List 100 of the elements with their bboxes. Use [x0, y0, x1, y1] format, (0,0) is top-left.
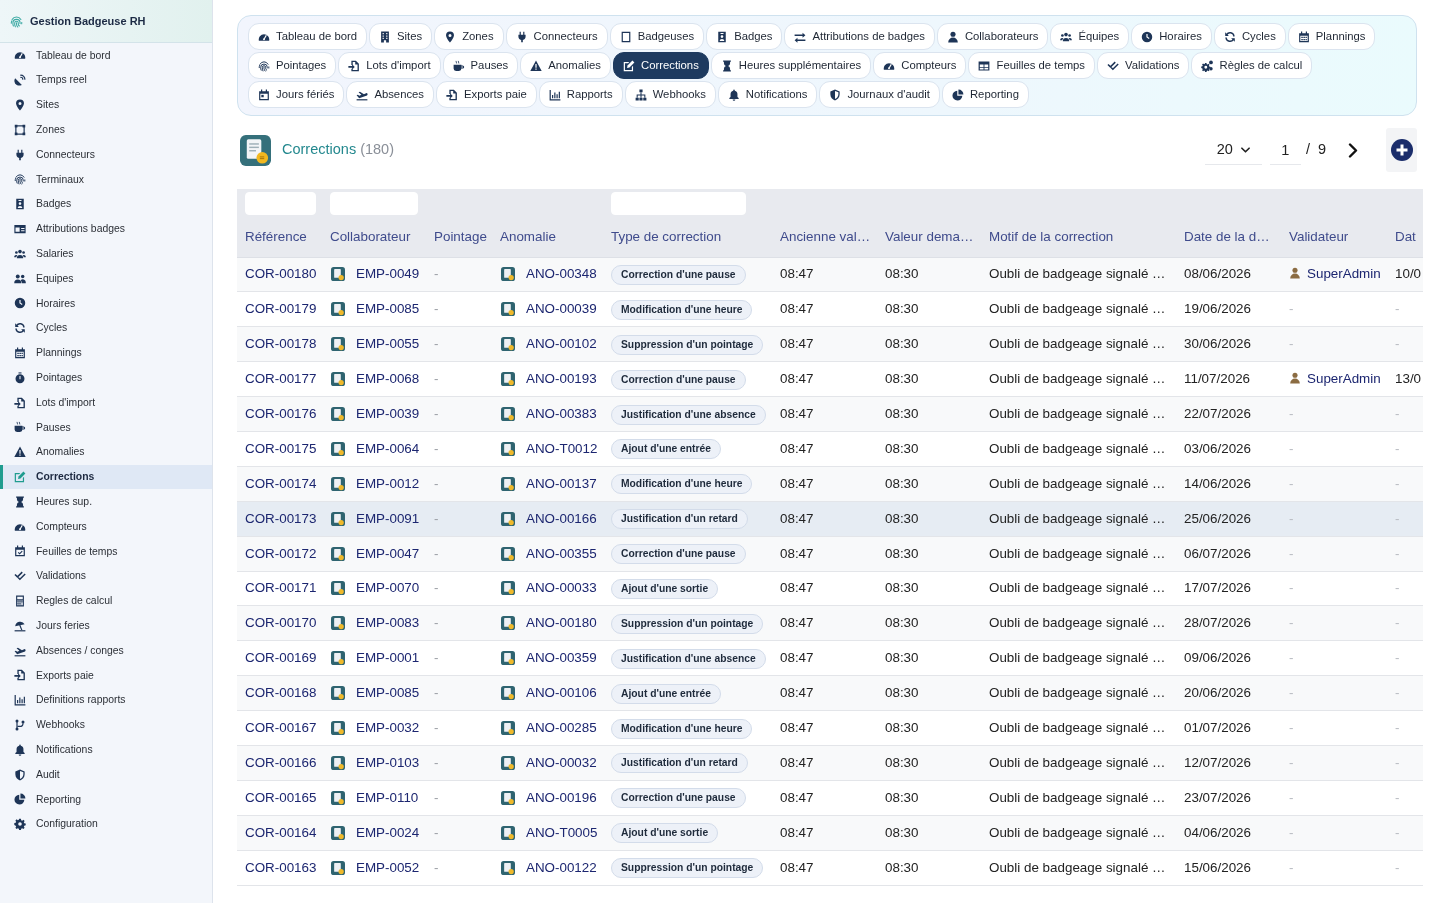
- add-button[interactable]: [1386, 128, 1417, 172]
- anomaly-link[interactable]: ANO-00193: [526, 371, 597, 387]
- nav-tab[interactable]: Reporting: [941, 81, 1029, 108]
- employee-link[interactable]: EMP-0047: [356, 545, 420, 561]
- table-row[interactable]: COR-00168 EMP-0085 - ANO-00106 Ajout d'une entrée 08:47 08:30 Oubli de badgeage signalé … 20/06/2026 - -: [237, 675, 1423, 711]
- sidebar-item[interactable]: Sites: [0, 92, 212, 118]
- page-input[interactable]: 1: [1269, 135, 1301, 165]
- nav-tab[interactable]: Pointages: [248, 52, 337, 79]
- table-row[interactable]: COR-00173 EMP-0091 - ANO-00166 Justification d'un retard 08:47 08:30 Oubli de badgeage signalé … 25/06/2026 - -: [237, 501, 1423, 537]
- anomaly-link[interactable]: ANO-T0012: [526, 440, 598, 456]
- sidebar-item[interactable]: Audit: [0, 762, 212, 787]
- sidebar-item[interactable]: Definitions rapports: [0, 687, 212, 713]
- nav-tab[interactable]: Sites: [369, 23, 433, 50]
- sidebar-item[interactable]: Zones: [0, 117, 212, 143]
- nav-tab[interactable]: Feuilles de temps: [968, 52, 1096, 79]
- sidebar-item[interactable]: Tableau de bord: [0, 43, 212, 68]
- table-row[interactable]: COR-00176 EMP-0039 - ANO-00383 Justification d'une absence 08:47 08:30 Oubli de badgeage signalé … 22/07/2026 - -: [237, 396, 1423, 432]
- anomaly-link[interactable]: ANO-00180: [526, 615, 597, 631]
- sidebar-item[interactable]: Notifications: [0, 737, 212, 763]
- table-row[interactable]: COR-00164 EMP-0024 - ANO-T0005 Ajout d'une sortie 08:47 08:30 Oubli de badgeage signalé … 04/06/2026 - -: [237, 815, 1423, 851]
- sidebar-item[interactable]: Temps reel: [0, 67, 212, 93]
- sidebar-item[interactable]: Horaires: [0, 290, 212, 316]
- reference-link[interactable]: COR-00174: [245, 475, 317, 491]
- anomaly-link[interactable]: ANO-00285: [526, 719, 597, 735]
- nav-tab[interactable]: Attributions de badges: [784, 23, 935, 50]
- nav-tab[interactable]: Rapports: [538, 81, 623, 108]
- sidebar-item[interactable]: Equipes: [0, 266, 212, 291]
- reference-link[interactable]: COR-00173: [245, 510, 317, 526]
- nav-tab[interactable]: Validations: [1097, 52, 1190, 79]
- nav-tab[interactable]: Collaborateurs: [936, 23, 1049, 50]
- sidebar-item[interactable]: Exports paie: [0, 662, 212, 688]
- validator-link[interactable]: SuperAdmin: [1307, 266, 1381, 282]
- nav-tab[interactable]: Horaires: [1131, 23, 1212, 50]
- column-header[interactable]: Référence: [237, 218, 322, 257]
- nav-tab[interactable]: Heures supplémentaires: [710, 52, 872, 79]
- employee-link[interactable]: EMP-0001: [356, 650, 420, 666]
- table-row[interactable]: COR-00169 EMP-0001 - ANO-00359 Justification d'une absence 08:47 08:30 Oubli de badgeage signalé … 09/06/2026 - -: [237, 640, 1423, 676]
- anomaly-link[interactable]: ANO-00102: [526, 336, 597, 352]
- anomaly-link[interactable]: ANO-T0005: [526, 824, 598, 840]
- anomaly-link[interactable]: ANO-00033: [526, 580, 597, 596]
- table-row[interactable]: COR-00171 EMP-0070 - ANO-00033 Ajout d'une sortie 08:47 08:30 Oubli de badgeage signalé … 17/07/2026 - -: [237, 571, 1423, 606]
- anomaly-link[interactable]: ANO-00355: [526, 545, 597, 561]
- nav-tab[interactable]: Pauses: [442, 52, 519, 79]
- nav-tab[interactable]: Règles de calcul: [1191, 52, 1313, 79]
- nav-tab[interactable]: Plannings: [1287, 23, 1376, 50]
- table-row[interactable]: COR-00166 EMP-0103 - ANO-00032 Justification d'un retard 08:47 08:30 Oubli de badgeage signalé … 12/07/2026 - -: [237, 745, 1423, 781]
- nav-tab[interactable]: Badges: [706, 23, 783, 50]
- employee-link[interactable]: EMP-0103: [356, 754, 420, 770]
- employee-link[interactable]: EMP-0032: [356, 719, 420, 735]
- sidebar-item[interactable]: Jours feries: [0, 613, 212, 639]
- employee-link[interactable]: EMP-0091: [356, 510, 420, 526]
- reference-link[interactable]: COR-00169: [245, 650, 317, 666]
- column-header[interactable]: Anomalie: [492, 218, 603, 257]
- column-header[interactable]: Validateur: [1281, 218, 1387, 257]
- sidebar-item[interactable]: Configuration: [0, 811, 212, 837]
- sidebar-item[interactable]: Absences / conges: [0, 638, 212, 663]
- employee-link[interactable]: EMP-0064: [356, 440, 420, 456]
- sidebar-item[interactable]: Terminaux: [0, 167, 212, 192]
- nav-tab[interactable]: Corrections: [613, 52, 709, 79]
- nav-tab[interactable]: Absences: [346, 81, 434, 108]
- reference-link[interactable]: COR-00164: [245, 824, 317, 840]
- anomaly-link[interactable]: ANO-00348: [526, 266, 597, 282]
- reference-link[interactable]: COR-00166: [245, 754, 317, 770]
- page-size-select[interactable]: 20: [1204, 135, 1262, 165]
- column-header[interactable]: Dat: [1387, 218, 1423, 257]
- sidebar-item[interactable]: Corrections: [0, 464, 212, 490]
- employee-link[interactable]: EMP-0055: [356, 336, 420, 352]
- reference-link[interactable]: COR-00170: [245, 615, 317, 631]
- nav-tab[interactable]: Jours fériés: [248, 81, 345, 108]
- nav-tab[interactable]: Équipes: [1050, 23, 1130, 50]
- nav-tab[interactable]: Cycles: [1213, 23, 1286, 50]
- column-header[interactable]: Pointage: [426, 218, 492, 257]
- nav-tab[interactable]: Webhooks: [624, 81, 716, 108]
- column-header[interactable]: Valeur dema…: [877, 218, 981, 257]
- next-page-button[interactable]: [1348, 142, 1358, 158]
- anomaly-link[interactable]: ANO-00122: [526, 859, 597, 875]
- anomaly-link[interactable]: ANO-00196: [526, 789, 597, 805]
- reference-link[interactable]: COR-00172: [245, 545, 317, 561]
- column-header[interactable]: Motif de la correction: [981, 218, 1176, 257]
- employee-link[interactable]: EMP-0052: [356, 859, 420, 875]
- column-header[interactable]: Date de la d…: [1176, 218, 1281, 257]
- sidebar-item[interactable]: Lots d'import: [0, 390, 212, 415]
- table-row[interactable]: COR-00174 EMP-0012 - ANO-00137 Modification d'une heure 08:47 08:30 Oubli de badgeage signalé … 14/06/2026 - -: [237, 466, 1423, 502]
- sidebar-item[interactable]: Regles de calcul: [0, 588, 212, 614]
- reference-link[interactable]: COR-00176: [245, 405, 317, 421]
- nav-tab[interactable]: Exports paie: [436, 81, 537, 108]
- sidebar-item[interactable]: Badges: [0, 191, 212, 217]
- employee-link[interactable]: EMP-0068: [356, 371, 420, 387]
- employee-link[interactable]: EMP-0110: [356, 789, 419, 805]
- sidebar-item[interactable]: Salaries: [0, 241, 212, 267]
- table-row[interactable]: COR-00167 EMP-0032 - ANO-00285 Modification d'une heure 08:47 08:30 Oubli de badgeage signalé … 01/07/2026 - -: [237, 710, 1423, 746]
- employee-link[interactable]: EMP-0070: [356, 580, 420, 596]
- column-header[interactable]: Type de correction: [603, 218, 772, 257]
- nav-tab[interactable]: Journaux d'audit: [819, 81, 940, 108]
- anomaly-link[interactable]: ANO-00359: [526, 650, 597, 666]
- sidebar-item[interactable]: Compteurs: [0, 514, 212, 539]
- reference-link[interactable]: COR-00167: [245, 719, 317, 735]
- table-row[interactable]: COR-00175 EMP-0064 - ANO-T0012 Ajout d'une entrée 08:47 08:30 Oubli de badgeage signalé … 03/06/2026 - -: [237, 431, 1423, 467]
- employee-link[interactable]: EMP-0049: [356, 266, 420, 282]
- table-row[interactable]: COR-00180 EMP-0049 - ANO-00348 Correction d'une pause 08:47 08:30 Oubli de badgeage signalé … 08/06/2026 SuperAdmin 10/0: [237, 257, 1423, 292]
